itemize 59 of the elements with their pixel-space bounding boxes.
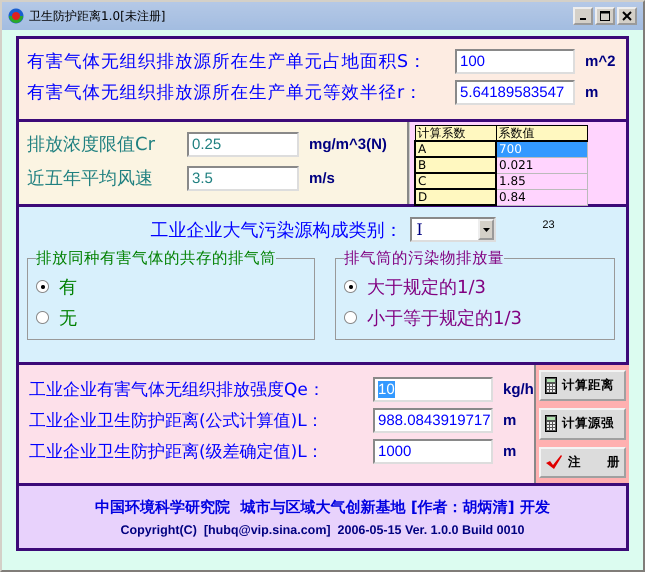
row-header: C: [415, 173, 496, 189]
option-label[interactable]: 无: [59, 306, 77, 330]
field-label: 排放浓度限值Cr: [27, 133, 156, 156]
field-label: 工业企业大气污染源构成类别：: [150, 218, 402, 242]
row-header: B: [415, 157, 496, 173]
table-cell[interactable]: 0.84: [496, 189, 587, 205]
input-field[interactable]: 5.64189583547: [455, 80, 575, 104]
unit-label: m: [503, 442, 516, 460]
checkmark-icon: [544, 454, 563, 470]
unit-label: m: [503, 412, 516, 428]
maximize-icon: [600, 11, 610, 21]
field-label: 工业企业卫生防护距离(级差确定值)L：: [29, 440, 325, 462]
unit-label: kg/h: [503, 380, 534, 398]
category-dropdown[interactable]: Ⅰ: [410, 217, 496, 242]
unit-label: m/s: [309, 170, 335, 186]
table-cell[interactable]: 0.021: [496, 157, 587, 173]
dropdown-arrow-icon: [482, 228, 490, 232]
input-field[interactable]: 100: [455, 48, 575, 74]
field-label: 有害气体无组织排放源所在生产单元占地面积S：: [27, 51, 428, 73]
field-label: 工业企业卫生防护距离(公式计算值)L：: [29, 410, 325, 432]
row-header: D: [415, 189, 496, 205]
app-logo-icon: [8, 8, 24, 24]
minimize-icon: [580, 18, 586, 20]
action-button[interactable]: 计算距离: [538, 370, 626, 402]
field-label: 有害气体无组织排放源所在生产单元等效半径r：: [27, 82, 424, 104]
calculator-icon: [544, 377, 557, 394]
close-button[interactable]: [617, 7, 637, 25]
group-title: 排放同种有害气体的共存的排气筒: [36, 248, 276, 269]
unit-label: m: [585, 84, 598, 100]
unit-label: m^2: [585, 52, 616, 70]
field-label: 近五年平均风速: [27, 167, 154, 190]
action-button[interactable]: 注 册: [538, 446, 626, 478]
window-title: 卫生防护距离1.0[未注册]: [29, 8, 166, 24]
close-icon: [622, 11, 632, 21]
maximize-button[interactable]: [595, 7, 615, 25]
radio-button[interactable]: [344, 311, 357, 324]
table-cell[interactable]: 1.85: [496, 173, 587, 189]
column-header: 计算系数: [415, 126, 496, 141]
credit-text: Copyright(C) [hubq@vip.sina.com] 2006-05-15 Ver. 1.0.0 Build 0010: [120, 522, 524, 536]
note-text: 23: [542, 218, 555, 230]
calculator-icon: [544, 415, 557, 432]
input-field[interactable]: 0.25: [187, 132, 299, 156]
credit-text: 中国环境科学研究院 城市与区域大气创新基地 [作者：胡炳清] 开发: [95, 498, 550, 516]
group-title: 排气筒的污染物排放量: [344, 248, 504, 269]
input-field[interactable]: 3.5: [187, 166, 299, 190]
option-label[interactable]: 小于等于规定的1/3: [367, 306, 522, 330]
option-label[interactable]: 有: [59, 274, 77, 298]
unit-label: mg/m^3(N): [309, 136, 387, 152]
column-header: 系数值: [496, 126, 587, 141]
input-field[interactable]: 1000: [373, 438, 493, 464]
field-label: 工业企业有害气体无组织排放强度Qe：: [29, 378, 326, 400]
row-header: A: [415, 141, 496, 157]
radio-button[interactable]: [344, 280, 357, 293]
action-button[interactable]: 计算源强: [538, 408, 626, 440]
minimize-button[interactable]: [573, 7, 593, 25]
radio-button[interactable]: [36, 280, 49, 293]
option-label[interactable]: 大于规定的1/3: [367, 274, 486, 298]
input-field[interactable]: 988.0843919717: [373, 408, 493, 432]
radio-button[interactable]: [36, 311, 49, 324]
